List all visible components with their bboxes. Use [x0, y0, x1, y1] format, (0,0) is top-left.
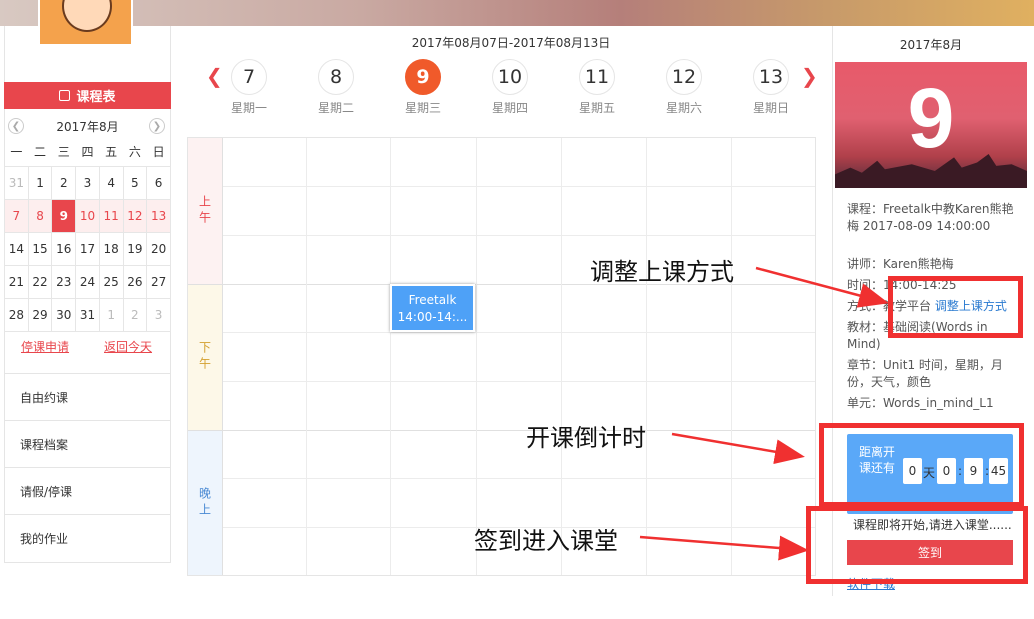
arrow-adjust: [755, 266, 889, 308]
annotation-arrows: [639, 266, 889, 561]
arrow-countdown: [671, 432, 805, 465]
arrow-signin: [639, 535, 809, 561]
